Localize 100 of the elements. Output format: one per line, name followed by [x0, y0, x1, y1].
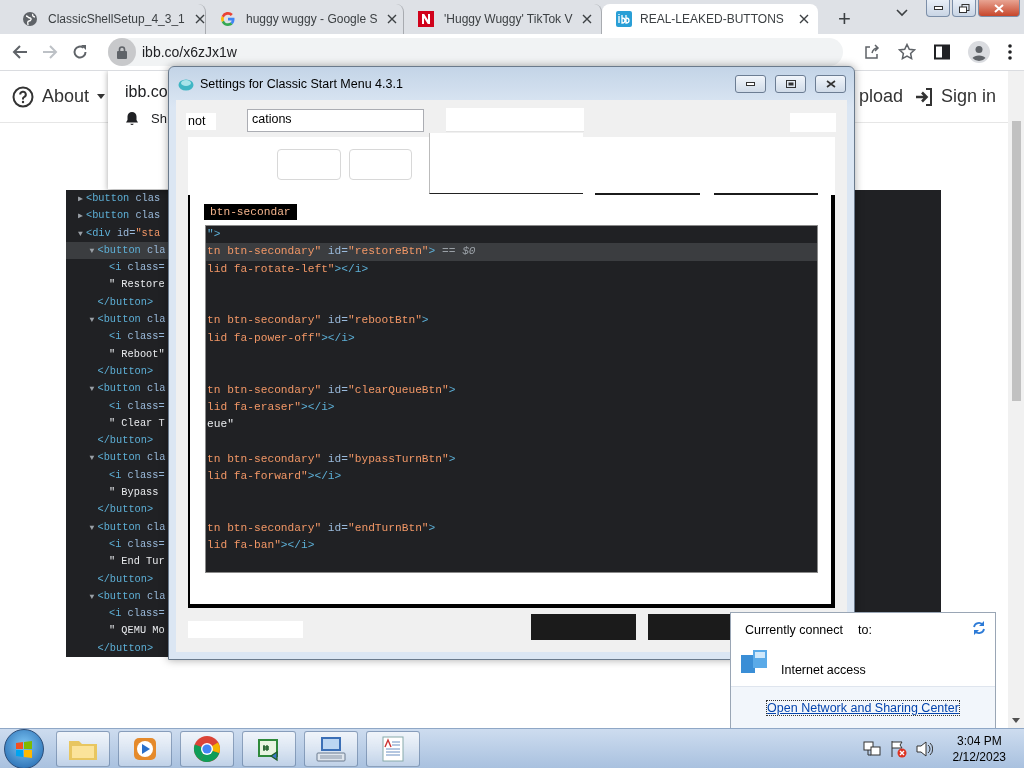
code-line: ▶ <button clas: [77, 191, 162, 206]
notification-text: Sh: [151, 111, 167, 126]
n-logo-icon: [418, 11, 434, 27]
code-line: lid fa-rotate-left"></i>: [206, 261, 370, 277]
star-icon[interactable]: [898, 43, 916, 61]
site-logo-icon: [616, 11, 632, 27]
taskbar-button[interactable]: [242, 730, 296, 767]
clock[interactable]: 3:04 PM 2/12/2023: [952, 732, 1006, 765]
code-line: " End Tur: [108, 554, 166, 570]
minimize-button[interactable]: [926, 0, 950, 17]
side-panel-icon[interactable]: [934, 44, 950, 60]
g-letter-icon: [220, 11, 236, 27]
code-line: " Clear T: [108, 415, 166, 431]
close-icon: [825, 79, 836, 88]
address-bar[interactable]: ibb.co/x6zJx1w: [108, 38, 843, 66]
share-icon[interactable]: [864, 44, 880, 60]
start-button[interactable]: [4, 728, 44, 768]
input-field[interactable]: cations: [247, 109, 424, 132]
code-line: " Reboot": [108, 346, 166, 362]
caret-icon: [97, 94, 106, 99]
more-menu-icon[interactable]: [1008, 44, 1012, 60]
code-line: " Bypass: [108, 485, 160, 501]
speaker-icon[interactable]: [914, 739, 933, 758]
network-icon: [740, 649, 770, 675]
code-line: eue": [206, 417, 235, 433]
code-line: ▼ <button cla: [88, 312, 167, 328]
minimize-icon: [746, 81, 755, 86]
browser-tab[interactable]: ClassicShellSetup_4_3_1: [8, 4, 206, 34]
taskbar-button[interactable]: [118, 730, 172, 767]
profile-icon[interactable]: [968, 41, 990, 63]
code-line: </button>: [96, 363, 155, 379]
text-label: not: [186, 113, 216, 130]
close-icon[interactable]: [387, 14, 398, 24]
code-line: ▼ <div id="sta: [77, 225, 162, 241]
browser-tab[interactable]: 'Huggy Wuggy' TikTok V: [404, 4, 602, 34]
code-line: lid fa-power-off"></i>: [206, 330, 356, 346]
code-line: </button>: [96, 640, 155, 656]
sign-in-icon: [914, 87, 933, 106]
scroll-down-icon[interactable]: [1012, 718, 1020, 723]
restore-button[interactable]: [952, 0, 976, 17]
code-line: </button>: [96, 294, 155, 310]
code-line: tn btn-secondary" id="endTurnBtn">: [206, 521, 437, 537]
code-line: </button>: [96, 433, 155, 449]
popup-heading: Currently connect: [745, 623, 843, 637]
about-menu[interactable]: About: [12, 85, 106, 108]
keyboard-monitor-icon: [316, 735, 346, 762]
chrome-icon: [193, 734, 221, 763]
code-line: tn btn-secondary" id="clearQueueBtn">: [206, 382, 457, 398]
code-line: </button>: [96, 502, 155, 518]
back-icon[interactable]: [12, 44, 28, 60]
code-line: tn btn-secondary" id="rebootBtn">: [206, 313, 430, 329]
bell-icon: [125, 111, 139, 126]
close-icon[interactable]: [799, 14, 809, 24]
close-icon[interactable]: [582, 14, 593, 24]
code-line: lid fa-forward"></i>: [206, 469, 343, 485]
site-name: ibb.co: [125, 83, 168, 101]
taskbar-button[interactable]: [304, 730, 358, 767]
maximize-icon: [785, 79, 796, 88]
taskbar-button[interactable]: [180, 730, 234, 767]
document-icon: [381, 735, 405, 762]
code-line: ▼ <button cla: [88, 588, 167, 604]
code-line: ▶ <button clas: [77, 208, 162, 224]
sign-in-link[interactable]: Sign in: [914, 86, 996, 107]
media-player-icon: [132, 735, 158, 762]
maximize-button[interactable]: [775, 74, 806, 93]
restore-icon: [958, 3, 970, 13]
code-line: lid fa-eraser"></i>: [206, 399, 336, 415]
browser-tab[interactable]: REAL-LEAKED-BUTTONS: [602, 4, 818, 34]
network-status-icon[interactable]: [862, 739, 881, 758]
code-line: " QEMU Mo: [108, 623, 166, 639]
help-icon: [12, 85, 34, 108]
refresh-arrows-icon[interactable]: [971, 620, 987, 636]
upload-link[interactable]: pload: [858, 86, 903, 107]
browser-tab[interactable]: huggy wuggy - Google S: [206, 4, 404, 34]
new-tab-button[interactable]: +: [832, 7, 857, 31]
close-icon[interactable]: [194, 14, 205, 24]
code-line: lid fa-ban"></i>: [206, 538, 316, 554]
code-line: ▼ <button cla: [88, 381, 167, 397]
windows-logo-icon: [15, 739, 33, 758]
code-line: </button>: [96, 571, 155, 587]
close-icon: [994, 3, 1004, 13]
window-title: Settings for Classic Start Menu 4.3.1: [200, 76, 404, 91]
close-button[interactable]: [815, 74, 846, 93]
code-line: <i class=: [108, 260, 166, 276]
reload-icon[interactable]: [72, 44, 88, 60]
flag-error-icon[interactable]: [888, 739, 907, 758]
code-line: " Restore: [108, 277, 166, 293]
code-line: <i class=: [108, 398, 166, 414]
globe-icon: [22, 11, 38, 27]
lock-icon[interactable]: [117, 45, 127, 59]
code-line: <i class=: [108, 329, 166, 345]
url-text: ibb.co/x6zJx1w: [142, 44, 237, 60]
code-line: ">: [206, 227, 222, 242]
scroll-thumb[interactable]: [1011, 121, 1021, 401]
taskbar-button[interactable]: [366, 730, 420, 767]
minimize-button[interactable]: [735, 74, 766, 93]
code-line: <i class=: [108, 467, 166, 483]
chevron-down-icon[interactable]: [896, 9, 908, 17]
code-line: ▼ <button cla: [88, 450, 167, 466]
status-text: Internet access: [781, 663, 866, 677]
